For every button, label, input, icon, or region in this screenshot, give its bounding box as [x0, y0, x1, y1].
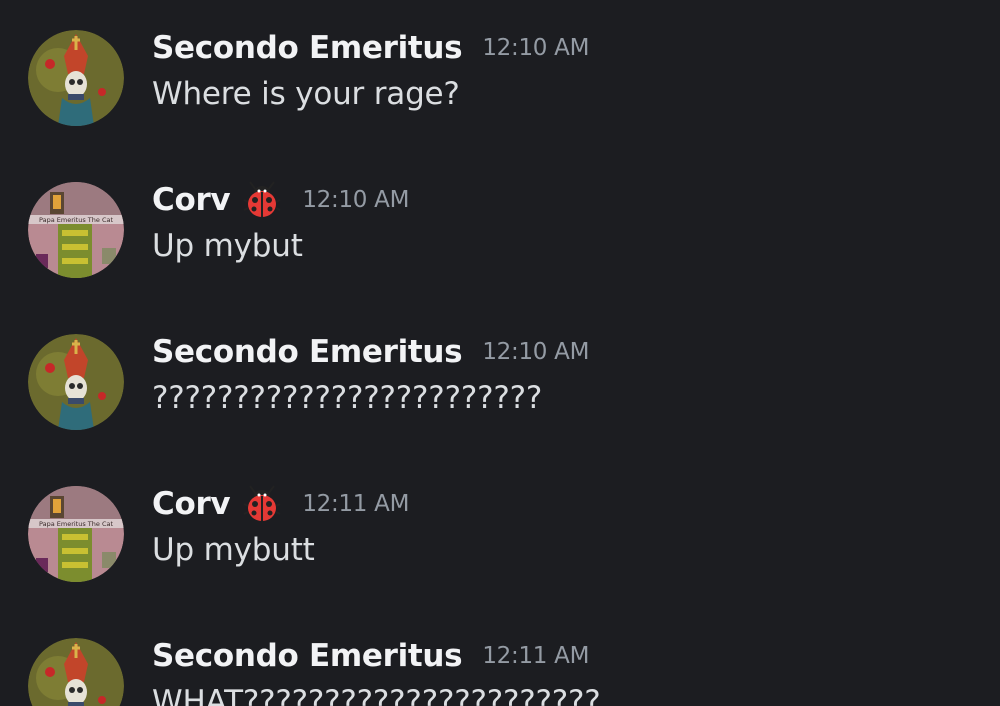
timestamp: 12:10 AM — [302, 187, 410, 213]
author-name[interactable]: Corv — [152, 182, 231, 218]
message-content: Where is your rage? — [152, 76, 460, 112]
papa-avatar-icon — [28, 30, 124, 126]
avatar[interactable]: Papa Emeritus The Cat — [28, 486, 124, 582]
minecraft-avatar-icon: Papa Emeritus The Cat — [28, 486, 124, 582]
papa-avatar-icon — [28, 638, 124, 706]
message-header: Corv 12:11 AM — [152, 484, 409, 524]
message-list: Secondo Emeritus 12:10 AM Where is your … — [0, 0, 1000, 706]
message-content: WHAT?????????????????????? — [152, 684, 601, 706]
author-name[interactable]: Corv — [152, 486, 231, 522]
message-item: Secondo Emeritus 12:11 AM WHAT??????????… — [0, 608, 1000, 706]
author-name[interactable]: Secondo Emeritus — [152, 334, 463, 370]
ladybug-icon — [242, 180, 282, 220]
avatar[interactable] — [28, 334, 124, 430]
avatar-caption: Papa Emeritus The Cat — [39, 520, 114, 528]
timestamp: 12:10 AM — [482, 35, 590, 61]
message-item: Secondo Emeritus 12:10 AM Where is your … — [0, 0, 1000, 152]
timestamp: 12:10 AM — [482, 339, 590, 365]
timestamp: 12:11 AM — [482, 643, 590, 669]
message-header: Secondo Emeritus 12:10 AM — [152, 332, 589, 372]
author-name[interactable]: Secondo Emeritus — [152, 638, 463, 674]
avatar-caption: Papa Emeritus The Cat — [39, 216, 114, 224]
avatar[interactable]: Papa Emeritus The Cat — [28, 182, 124, 278]
timestamp: 12:11 AM — [302, 491, 410, 517]
message-header: Secondo Emeritus 12:11 AM — [152, 636, 589, 676]
message-header: Secondo Emeritus 12:10 AM — [152, 28, 589, 68]
message-content: Up mybutt — [152, 532, 315, 568]
avatar[interactable] — [28, 638, 124, 706]
ladybug-icon — [242, 484, 282, 524]
minecraft-avatar-icon: Papa Emeritus The Cat — [28, 182, 124, 278]
author-name[interactable]: Secondo Emeritus — [152, 30, 463, 66]
papa-avatar-icon — [28, 334, 124, 430]
message-item: Papa Emeritus The Cat Corv — [0, 152, 1000, 304]
avatar[interactable] — [28, 30, 124, 126]
message-content: Up mybut — [152, 228, 303, 264]
message-item: Secondo Emeritus 12:10 AM ??????????????… — [0, 304, 1000, 456]
message-item: Papa Emeritus The Cat Corv — [0, 456, 1000, 608]
message-header: Corv 12:10 AM — [152, 180, 409, 220]
message-content: ???????????????????????? — [152, 380, 543, 416]
